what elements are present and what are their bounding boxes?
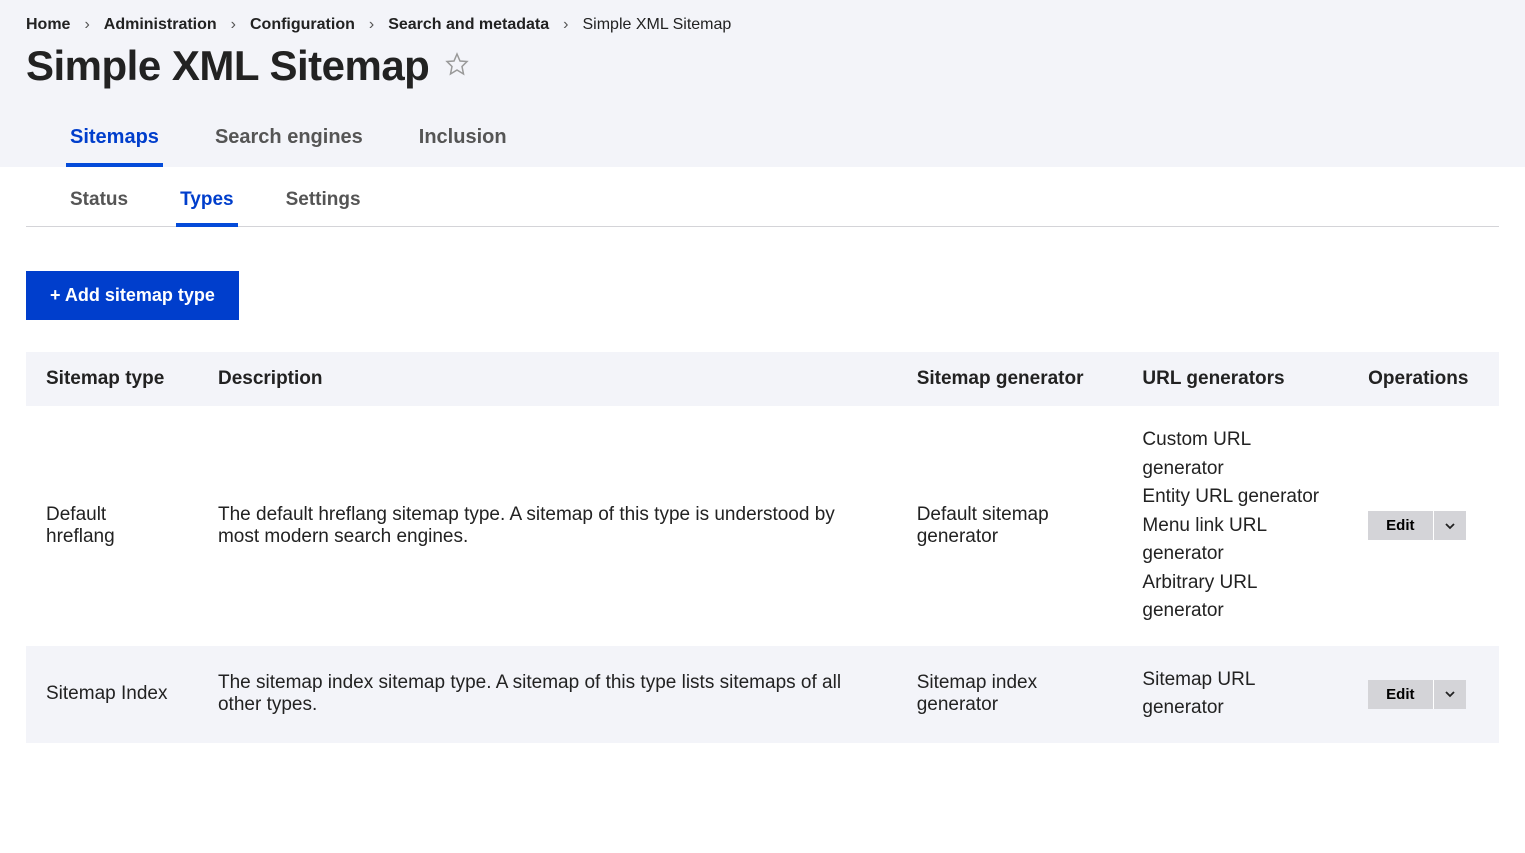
secondary-tabs: Status Types Settings [26, 167, 1499, 227]
page-title: Simple XML Sitemap [26, 42, 429, 90]
chevron-right-icon: › [84, 16, 89, 34]
cell-operations: Edit [1348, 646, 1499, 743]
col-header-type: Sitemap type [26, 352, 198, 406]
chevron-right-icon: › [369, 16, 374, 34]
tab-search-engines[interactable]: Search engines [211, 118, 367, 167]
cell-description: The sitemap index sitemap type. A sitema… [198, 646, 897, 743]
cell-operations: Edit [1348, 406, 1499, 646]
subtab-types[interactable]: Types [176, 185, 238, 227]
cell-url-generators: Custom URL generator Entity URL generato… [1122, 406, 1348, 646]
cell-description: The default hreflang sitemap type. A sit… [198, 406, 897, 646]
breadcrumb-search-metadata[interactable]: Search and metadata [388, 16, 549, 34]
primary-tabs: Sitemaps Search engines Inclusion [26, 118, 1499, 167]
edit-button[interactable]: Edit [1368, 680, 1432, 709]
tab-inclusion[interactable]: Inclusion [415, 118, 511, 167]
breadcrumb-home[interactable]: Home [26, 16, 70, 34]
cell-generator: Sitemap index generator [897, 646, 1123, 743]
col-header-operations: Operations [1348, 352, 1499, 406]
breadcrumb-configuration[interactable]: Configuration [250, 16, 355, 34]
operations-dropdown-button[interactable] [1433, 511, 1466, 540]
table-row: Default hreflang The default hreflang si… [26, 406, 1499, 646]
sitemap-types-table: Sitemap type Description Sitemap generat… [26, 352, 1499, 743]
add-sitemap-type-button[interactable]: + Add sitemap type [26, 271, 239, 320]
breadcrumb: Home › Administration › Configuration › … [26, 10, 1499, 34]
star-icon[interactable] [445, 52, 469, 81]
cell-url-generators: Sitemap URL generator [1122, 646, 1348, 743]
tab-sitemaps[interactable]: Sitemaps [66, 118, 163, 167]
subtab-settings[interactable]: Settings [282, 185, 365, 227]
col-header-generator: Sitemap generator [897, 352, 1123, 406]
chevron-down-icon [1444, 520, 1456, 532]
cell-type: Sitemap Index [26, 646, 198, 743]
edit-button[interactable]: Edit [1368, 511, 1432, 540]
cell-type: Default hreflang [26, 406, 198, 646]
table-row: Sitemap Index The sitemap index sitemap … [26, 646, 1499, 743]
breadcrumb-current: Simple XML Sitemap [582, 16, 731, 34]
chevron-right-icon: › [231, 16, 236, 34]
col-header-url-generators: URL generators [1122, 352, 1348, 406]
breadcrumb-administration[interactable]: Administration [104, 16, 217, 34]
chevron-right-icon: › [563, 16, 568, 34]
chevron-down-icon [1444, 688, 1456, 700]
col-header-description: Description [198, 352, 897, 406]
cell-generator: Default sitemap generator [897, 406, 1123, 646]
operations-dropdown-button[interactable] [1433, 680, 1466, 709]
subtab-status[interactable]: Status [66, 185, 132, 227]
